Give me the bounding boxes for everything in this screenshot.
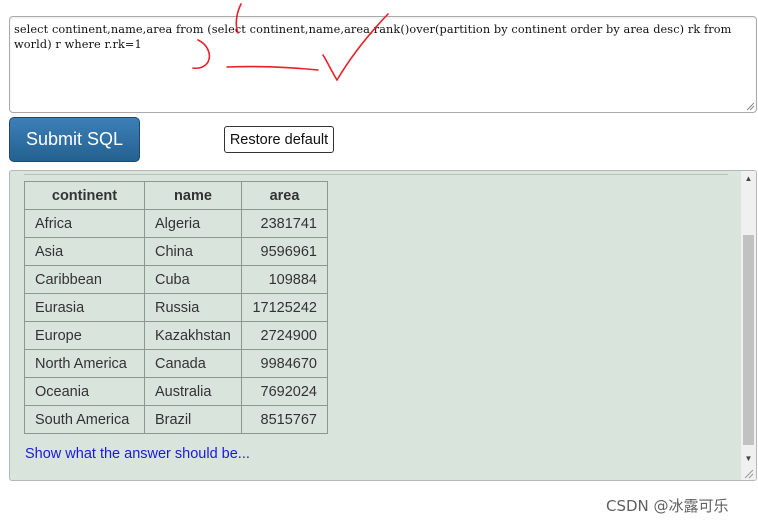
scroll-up-arrow-icon[interactable]: ▲ [741,171,756,186]
table-row: North America Canada 9984670 [24,349,328,378]
column-header-name: name [144,181,242,210]
cell-name: Cuba [144,265,242,294]
cell-name: China [144,237,242,266]
cell-continent: South America [24,405,145,434]
table-row: Caribbean Cuba 109884 [24,265,328,294]
scroll-down-arrow-icon[interactable]: ▼ [741,451,756,466]
sql-query-text[interactable]: select continent,name,area from (select … [14,22,742,52]
submit-sql-button[interactable]: Submit SQL [9,117,140,162]
column-header-area: area [241,181,328,210]
cell-name: Canada [144,349,242,378]
result-panel: continent name area Africa Algeria 23817… [9,170,757,481]
show-answer-link[interactable]: Show what the answer should be... [25,446,250,462]
table-row: Asia China 9596961 [24,237,328,266]
results-table: continent name area Africa Algeria 23817… [24,181,328,434]
cell-area: 8515767 [241,405,328,434]
table-row: Africa Algeria 2381741 [24,209,328,238]
divider [24,174,728,175]
cell-continent: Africa [24,209,145,238]
csdn-watermark: CSDN @冰露可乐 [606,497,729,515]
cell-name: Brazil [144,405,242,434]
scrollbar-thumb[interactable] [743,235,754,445]
sql-editor[interactable]: select continent,name,area from (select … [9,16,757,113]
cell-area: 2724900 [241,321,328,350]
cell-continent: North America [24,349,145,378]
cell-area: 7692024 [241,377,328,406]
cell-area: 17125242 [241,293,328,322]
vertical-scrollbar[interactable]: ▲ ▼ [741,171,756,480]
cell-name: Kazakhstan [144,321,242,350]
cell-name: Australia [144,377,242,406]
column-header-continent: continent [24,181,145,210]
cell-name: Russia [144,293,242,322]
table-row: Oceania Australia 7692024 [24,377,328,406]
cell-continent: Europe [24,321,145,350]
cell-continent: Eurasia [24,293,145,322]
cell-area: 9984670 [241,349,328,378]
resize-grip-icon[interactable] [746,102,755,111]
cell-area: 9596961 [241,237,328,266]
resize-grip-icon[interactable] [741,466,756,480]
cell-continent: Asia [24,237,145,266]
cell-continent: Oceania [24,377,145,406]
cell-area: 109884 [241,265,328,294]
table-row: Europe Kazakhstan 2724900 [24,321,328,350]
table-row: South America Brazil 8515767 [24,405,328,434]
cell-continent: Caribbean [24,265,145,294]
cell-area: 2381741 [241,209,328,238]
table-header-row: continent name area [24,181,328,210]
table-row: Eurasia Russia 17125242 [24,293,328,322]
cell-name: Algeria [144,209,242,238]
restore-default-button[interactable]: Restore default [224,126,334,153]
